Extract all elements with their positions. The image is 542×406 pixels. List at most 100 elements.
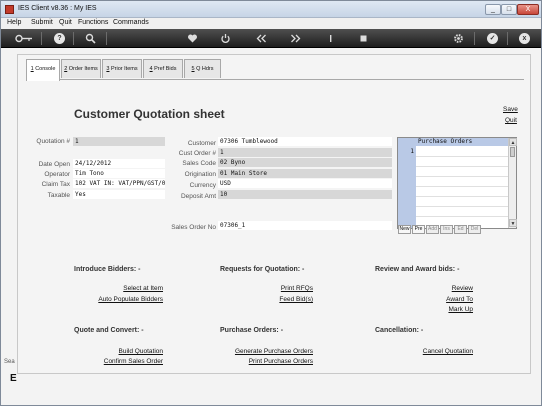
- stop-icon[interactable]: [325, 33, 336, 44]
- menu-quit[interactable]: Quit: [59, 19, 72, 26]
- key-icon[interactable]: [15, 33, 33, 44]
- close-window-button[interactable]: X: [517, 4, 539, 15]
- menu-commands[interactable]: Commands: [113, 19, 149, 26]
- quotation-label: Quotation #: [36, 138, 70, 145]
- search-icon[interactable]: [85, 33, 96, 44]
- fast-forward-icon[interactable]: [290, 33, 301, 44]
- power-icon[interactable]: [220, 33, 231, 44]
- purchase-orders-header: Purchase Orders: [416, 138, 508, 146]
- menu-functions[interactable]: Functions: [78, 19, 108, 26]
- maximize-button[interactable]: □: [501, 4, 517, 15]
- tab-q-hdrs-label: Q Hdrs: [194, 66, 214, 72]
- introduce-bidders-title: Introduce Bidders: -: [74, 266, 141, 273]
- sales-order-field[interactable]: 07306_1: [218, 221, 392, 230]
- generate-purchase-orders-link[interactable]: Generate Purchase Orders: [208, 348, 313, 355]
- claim-tax-label: Claim Tax: [41, 181, 70, 188]
- rewind-icon[interactable]: [256, 33, 267, 44]
- cust-order-label: Cust Order #: [178, 150, 216, 157]
- feed-bids-link[interactable]: Feed Bid(s): [238, 296, 313, 303]
- select-at-item-link[interactable]: Select at Item: [78, 285, 163, 292]
- scroll-up-icon[interactable]: ▲: [509, 138, 517, 146]
- cancel-quotation-link[interactable]: Cancel Quotation: [398, 348, 473, 355]
- check-icon[interactable]: ✓: [487, 33, 498, 44]
- heart-icon[interactable]: [187, 33, 198, 44]
- cancellation-title: Cancellation: -: [375, 327, 424, 334]
- toolbar-separator: [41, 32, 42, 45]
- list-gridline: [416, 156, 508, 157]
- currency-field[interactable]: USD: [218, 179, 392, 188]
- tab-console[interactable]: 1 Console: [26, 59, 60, 81]
- window-title: IES Client v8.36 : My IES: [18, 5, 97, 12]
- taxable-field[interactable]: Yes: [73, 190, 165, 199]
- tab-prior-items-label: Prior Items: [109, 66, 138, 72]
- customer-field[interactable]: 07306 Tumblewood: [218, 137, 392, 146]
- title-bar: IES Client v8.36 : My IES _ □ X: [1, 1, 541, 18]
- page-title: Customer Quotation sheet: [74, 107, 225, 121]
- review-link[interactable]: Review: [418, 285, 473, 292]
- award-to-link[interactable]: Award To: [418, 296, 473, 303]
- tab-console-label: Console: [33, 66, 56, 72]
- tab-pref-bids[interactable]: 4 Pref Bids: [143, 59, 183, 78]
- claim-tax-field[interactable]: 102 VAT IN: VAT/PPN/GST/0: [73, 179, 165, 188]
- content-area: 1 Console 2 Order Items 3 Prior Items 4 …: [17, 54, 531, 374]
- close-icon[interactable]: x: [519, 33, 530, 44]
- confirm-sales-order-link[interactable]: Confirm Sales Order: [58, 358, 163, 365]
- mark-up-link[interactable]: Mark Up: [418, 306, 473, 313]
- build-quotation-link[interactable]: Build Quotation: [78, 348, 163, 355]
- sales-code-field[interactable]: 02 Byno: [218, 158, 392, 167]
- gear-icon[interactable]: [453, 33, 464, 44]
- customer-label: Customer: [187, 140, 216, 147]
- origination-label: Origination: [184, 171, 216, 178]
- help-icon[interactable]: ?: [54, 33, 65, 44]
- minimize-button[interactable]: _: [485, 4, 501, 15]
- toolbar-separator: [474, 32, 475, 45]
- list-gridline: [416, 186, 508, 187]
- quit-link[interactable]: Quit: [505, 117, 517, 124]
- tab-order-items[interactable]: 2 Order Items: [61, 59, 101, 78]
- operator-label: Operator: [44, 171, 70, 178]
- list-gridline: [416, 216, 508, 217]
- print-purchase-orders-link[interactable]: Print Purchase Orders: [208, 358, 313, 365]
- list-gridline: [416, 206, 508, 207]
- po-ed-button[interactable]: Ed: [454, 225, 467, 234]
- tab-prior-items[interactable]: 3 Prior Items: [102, 59, 142, 78]
- menu-help[interactable]: Help: [7, 19, 21, 26]
- menu-bar: Help Submit Quit Functions Commands: [1, 18, 541, 29]
- po-ins-button[interactable]: Ins: [440, 225, 453, 234]
- po-add-button[interactable]: Add: [426, 225, 439, 234]
- currency-label: Currency: [189, 182, 216, 189]
- deposit-field[interactable]: 10: [218, 190, 392, 199]
- scroll-thumb[interactable]: [510, 147, 515, 157]
- scroll-down-icon[interactable]: ▼: [509, 219, 517, 227]
- review-award-bids-title: Review and Award bids: -: [375, 266, 460, 273]
- quote-convert-title: Quote and Convert: -: [74, 327, 144, 334]
- purchase-orders-list[interactable]: Purchase Orders 1 ▲ ▼: [397, 137, 517, 229]
- po-pre-button[interactable]: Pre: [412, 225, 425, 234]
- deposit-label: Deposit Amt: [180, 193, 216, 200]
- po-del-button[interactable]: Del: [468, 225, 481, 234]
- save-link[interactable]: Save: [503, 106, 518, 113]
- menu-submit[interactable]: Submit: [31, 19, 53, 26]
- list-gridline: [416, 176, 508, 177]
- po-new-button[interactable]: New: [398, 225, 411, 234]
- origination-field[interactable]: 01 Main Store: [218, 169, 392, 178]
- taxable-label: Taxable: [47, 192, 70, 199]
- date-open-field[interactable]: 24/12/2012: [73, 159, 165, 168]
- toolbar-separator: [507, 32, 508, 45]
- square-icon[interactable]: [358, 33, 369, 44]
- list-gridline: [416, 166, 508, 167]
- app-window: IES Client v8.36 : My IES _ □ X Help Sub…: [0, 0, 542, 406]
- left-strip-label: Sea: [4, 359, 15, 365]
- date-open-label: Date Open: [38, 161, 70, 168]
- purchase-orders-row-number[interactable]: 1: [398, 148, 414, 155]
- toolbar-separator: [73, 32, 74, 45]
- left-strip-letter: E: [10, 373, 17, 384]
- print-rfqs-link[interactable]: Print RFQs: [238, 285, 313, 292]
- purchase-orders-scrollbar[interactable]: ▲ ▼: [508, 138, 517, 228]
- cust-order-field[interactable]: 1: [218, 148, 392, 157]
- auto-populate-bidders-link[interactable]: Auto Populate Bidders: [58, 296, 163, 303]
- quotation-field[interactable]: 1: [73, 137, 165, 146]
- operator-field[interactable]: Tim Tono: [73, 169, 165, 178]
- purchase-orders-title: Purchase Orders: -: [220, 327, 284, 334]
- tab-q-hdrs[interactable]: 5 Q Hdrs: [184, 59, 221, 78]
